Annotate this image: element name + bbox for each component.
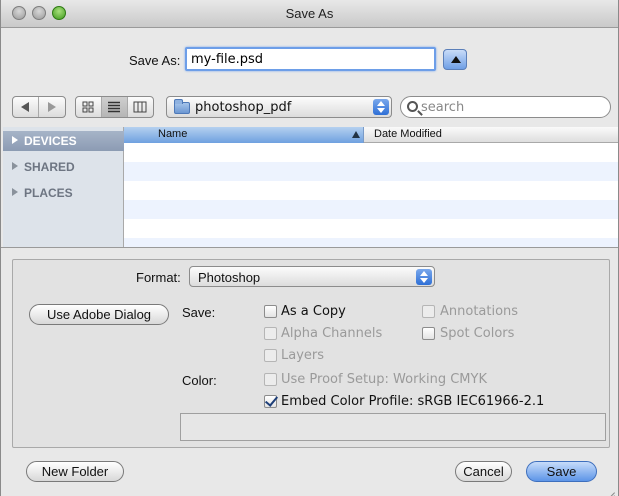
back-button[interactable] <box>13 97 39 117</box>
spot-colors-label: Spot Colors <box>440 326 515 341</box>
alpha-channels-label: Alpha Channels <box>281 326 383 341</box>
divider <box>1 247 618 248</box>
cancel-button[interactable]: Cancel <box>455 461 512 482</box>
forward-button[interactable] <box>39 97 65 117</box>
search-field[interactable]: search <box>400 96 611 118</box>
list-row <box>124 219 618 238</box>
sidebar-item-label: PLACES <box>24 186 73 200</box>
save-as-dialog: Save As Save As: my-file.psd photoshop_p… <box>0 0 619 496</box>
sidebar-item-label: DEVICES <box>24 134 77 148</box>
sidebar-item-label: SHARED <box>24 160 75 174</box>
new-folder-button[interactable]: New Folder <box>26 461 124 482</box>
sidebar-item-devices[interactable]: DEVICES <box>3 131 124 151</box>
icon-view-icon <box>82 101 94 113</box>
column-date-modified-header[interactable]: Date Modified <box>374 128 442 140</box>
format-label: Format: <box>136 270 181 285</box>
popup-arrows-icon <box>373 99 389 115</box>
format-popup[interactable]: Photoshop <box>189 266 435 287</box>
arrow-left-icon <box>21 102 29 112</box>
column-name-label: Name <box>158 128 188 140</box>
color-options-label: Color: <box>182 373 217 388</box>
save-button[interactable]: Save <box>526 461 597 482</box>
alpha-channels-checkbox[interactable] <box>264 327 277 340</box>
view-columns-button[interactable] <box>128 97 153 117</box>
file-list[interactable]: Name Date Modified <box>124 127 618 247</box>
list-row <box>124 162 618 181</box>
nav-buttons <box>12 96 66 118</box>
as-a-copy-label: As a Copy <box>281 304 346 319</box>
save-as-label: Save As: <box>129 53 181 68</box>
proof-setup-label: Use Proof Setup: Working CMYK <box>281 372 487 387</box>
column-view-icon <box>133 101 147 113</box>
arrow-right-icon <box>48 102 56 112</box>
window-title: Save As <box>285 6 334 21</box>
as-a-copy-checkbox[interactable] <box>264 305 277 318</box>
annotations-checkbox[interactable] <box>422 305 435 318</box>
list-row <box>124 181 618 200</box>
sort-ascending-icon <box>352 131 360 138</box>
folder-icon <box>174 99 190 114</box>
disclosure-triangle-icon <box>12 136 18 144</box>
popup-arrows-icon <box>416 269 432 285</box>
search-icon <box>407 101 418 112</box>
save-options-label: Save: <box>182 305 216 320</box>
column-name-header[interactable]: Name <box>124 127 364 143</box>
sidebar-item-places[interactable]: PLACES <box>3 183 124 203</box>
disclosure-triangle-icon <box>12 188 18 196</box>
title-bar[interactable]: Save As <box>1 0 618 28</box>
search-placeholder: search <box>421 100 465 115</box>
list-row <box>124 238 618 247</box>
list-view-icon <box>108 101 120 113</box>
format-value: Photoshop <box>198 270 261 285</box>
disclosure-triangle-icon <box>12 162 18 170</box>
resize-grip-icon[interactable] <box>605 483 615 493</box>
list-row <box>124 200 618 219</box>
embed-color-profile-checkbox[interactable] <box>264 395 277 408</box>
filename-input[interactable] <box>185 47 436 71</box>
spot-colors-checkbox[interactable] <box>422 327 435 340</box>
collapse-browser-button[interactable] <box>443 49 467 70</box>
location-label: photoshop_pdf <box>195 100 292 115</box>
column-header: Name Date Modified <box>124 127 618 143</box>
sidebar-item-shared[interactable]: SHARED <box>3 157 124 177</box>
use-adobe-dialog-button[interactable]: Use Adobe Dialog <box>29 304 169 325</box>
location-popup[interactable]: photoshop_pdf <box>166 96 392 118</box>
embed-color-profile-label: Embed Color Profile: sRGB IEC61966-2.1 <box>281 394 545 409</box>
layers-label: Layers <box>281 348 325 363</box>
annotations-label: Annotations <box>440 304 519 319</box>
sidebar: DEVICES SHARED PLACES <box>3 127 124 247</box>
layers-checkbox[interactable] <box>264 349 277 362</box>
view-icons-button[interactable] <box>76 97 102 117</box>
view-list-button[interactable] <box>102 97 128 117</box>
proof-setup-checkbox[interactable] <box>264 373 277 386</box>
chevron-up-icon <box>451 56 461 63</box>
list-row <box>124 143 618 162</box>
info-well <box>180 413 606 441</box>
view-mode-control <box>75 96 154 118</box>
save-options-panel: Format: Photoshop Use Adobe Dialog Save:… <box>12 259 610 448</box>
